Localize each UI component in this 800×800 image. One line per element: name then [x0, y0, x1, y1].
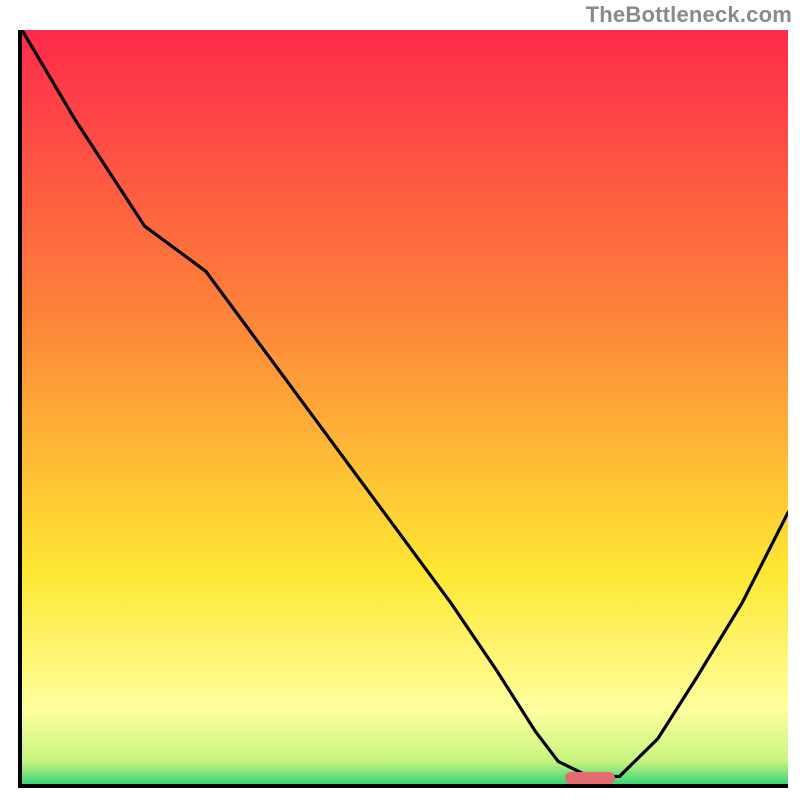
chart-canvas: TheBottleneck.com	[0, 0, 800, 800]
plot-area	[18, 30, 788, 788]
watermark-text: TheBottleneck.com	[586, 2, 792, 28]
plot-svg	[22, 30, 788, 784]
gradient-background	[22, 30, 788, 784]
optimal-marker	[565, 772, 615, 784]
